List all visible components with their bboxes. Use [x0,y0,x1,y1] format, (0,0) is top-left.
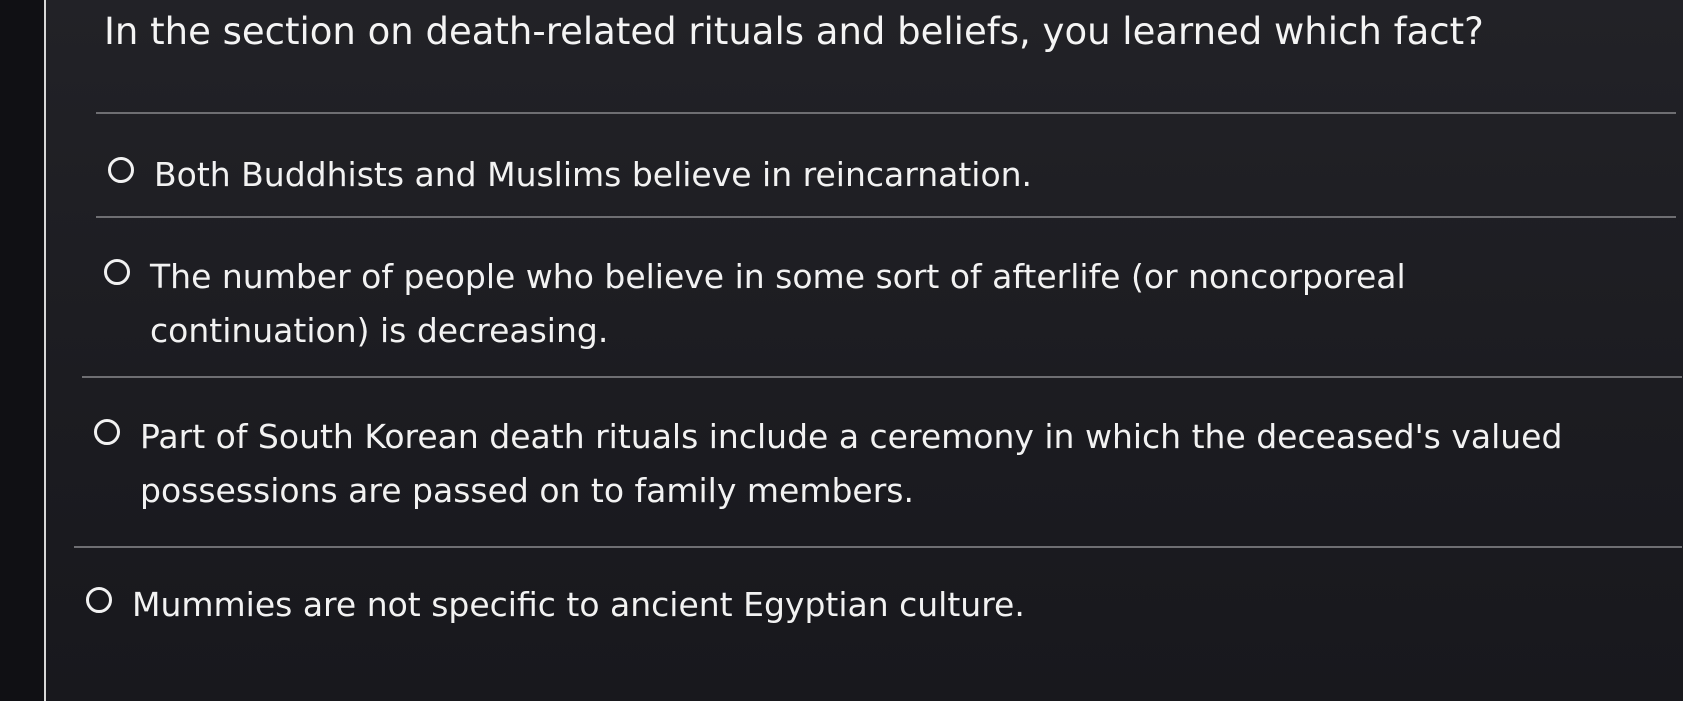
left-panel-edge [0,0,46,701]
answer-option-1[interactable]: Both Buddhists and Muslims believe in re… [108,148,1628,202]
answer-option-label[interactable]: Mummies are not specific to ancient Egyp… [132,578,1025,632]
answer-option-3[interactable]: Part of South Korean death rituals inclu… [94,410,1614,518]
answer-option-2[interactable]: The number of people who believe in some… [104,250,1624,358]
answer-option-4[interactable]: Mummies are not specific to ancient Egyp… [86,578,1606,632]
answer-option-label[interactable]: Both Buddhists and Muslims believe in re… [154,148,1032,202]
answer-option-label[interactable]: The number of people who believe in some… [150,250,1624,358]
divider [96,216,1676,218]
divider [82,376,1682,378]
radio-button-icon[interactable] [94,419,120,445]
question-card: In the section on death-related rituals … [46,0,1683,701]
question-text: In the section on death-related rituals … [104,10,1484,53]
divider [74,546,1682,548]
radio-button-icon[interactable] [108,157,134,183]
answer-option-label[interactable]: Part of South Korean death rituals inclu… [140,410,1614,518]
radio-button-icon[interactable] [86,587,112,613]
radio-button-icon[interactable] [104,259,130,285]
divider [96,112,1676,114]
